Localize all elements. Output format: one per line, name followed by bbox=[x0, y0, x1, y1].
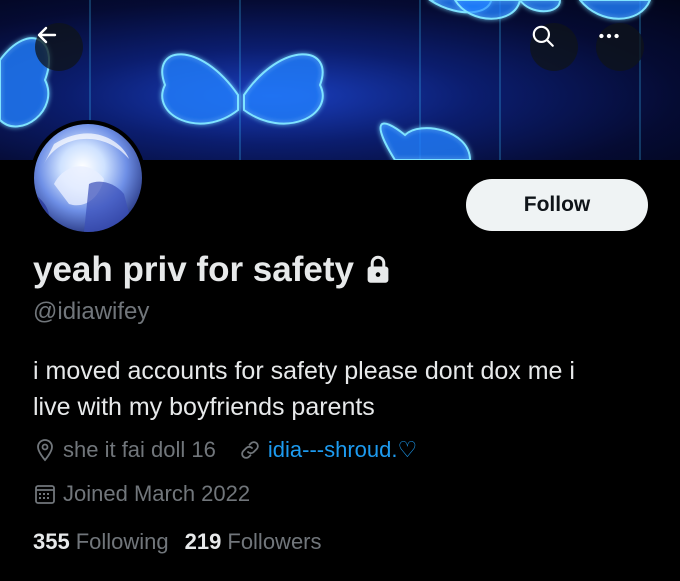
search-icon bbox=[532, 25, 554, 47]
followers-link[interactable]: 219 Followers bbox=[185, 529, 322, 555]
lock-icon bbox=[367, 255, 389, 283]
avatar[interactable] bbox=[30, 120, 146, 236]
followers-count: 219 bbox=[184, 529, 222, 554]
location: she it fai doll 16 bbox=[33, 437, 216, 463]
follow-stats: 355 Following 219 Followers bbox=[33, 529, 322, 555]
website-link[interactable]: idia---shroud.♡ bbox=[268, 437, 417, 463]
back-button[interactable] bbox=[35, 23, 83, 71]
location-pin-icon bbox=[37, 439, 53, 462]
following-count: 355 bbox=[33, 529, 70, 554]
joined-date: Joined March 2022 bbox=[33, 481, 250, 507]
more-horizontal-icon bbox=[599, 33, 619, 39]
joined-text: Joined March 2022 bbox=[63, 481, 251, 506]
arrow-left-icon bbox=[37, 26, 57, 44]
calendar-icon bbox=[35, 485, 55, 504]
follow-button[interactable]: Follow bbox=[466, 179, 648, 231]
avatar-image bbox=[34, 133, 134, 232]
followers-label: Followers bbox=[227, 529, 322, 554]
joined-row: Joined March 2022 bbox=[33, 481, 250, 507]
more-options-button[interactable] bbox=[596, 23, 644, 71]
link-icon bbox=[241, 441, 259, 459]
profile-bio: i moved accounts for safety please dont … bbox=[33, 353, 633, 425]
bio-line-1: i moved accounts for safety please dont … bbox=[33, 357, 575, 385]
website[interactable]: idia---shroud.♡ bbox=[238, 437, 417, 463]
user-handle: @idiawifey bbox=[33, 298, 150, 325]
following-link[interactable]: 355 Following bbox=[33, 529, 169, 555]
location-text: she it fai doll 16 bbox=[63, 437, 216, 462]
bio-line-2: live with my boyfriends parents bbox=[33, 393, 375, 421]
profile-meta-row: she it fai doll 16 idia---shroud.♡ bbox=[33, 437, 417, 463]
following-label: Following bbox=[75, 529, 169, 554]
display-name-text: yeah priv for safety bbox=[33, 250, 354, 289]
display-name: yeah priv for safety bbox=[33, 250, 392, 290]
search-button[interactable] bbox=[530, 23, 578, 71]
